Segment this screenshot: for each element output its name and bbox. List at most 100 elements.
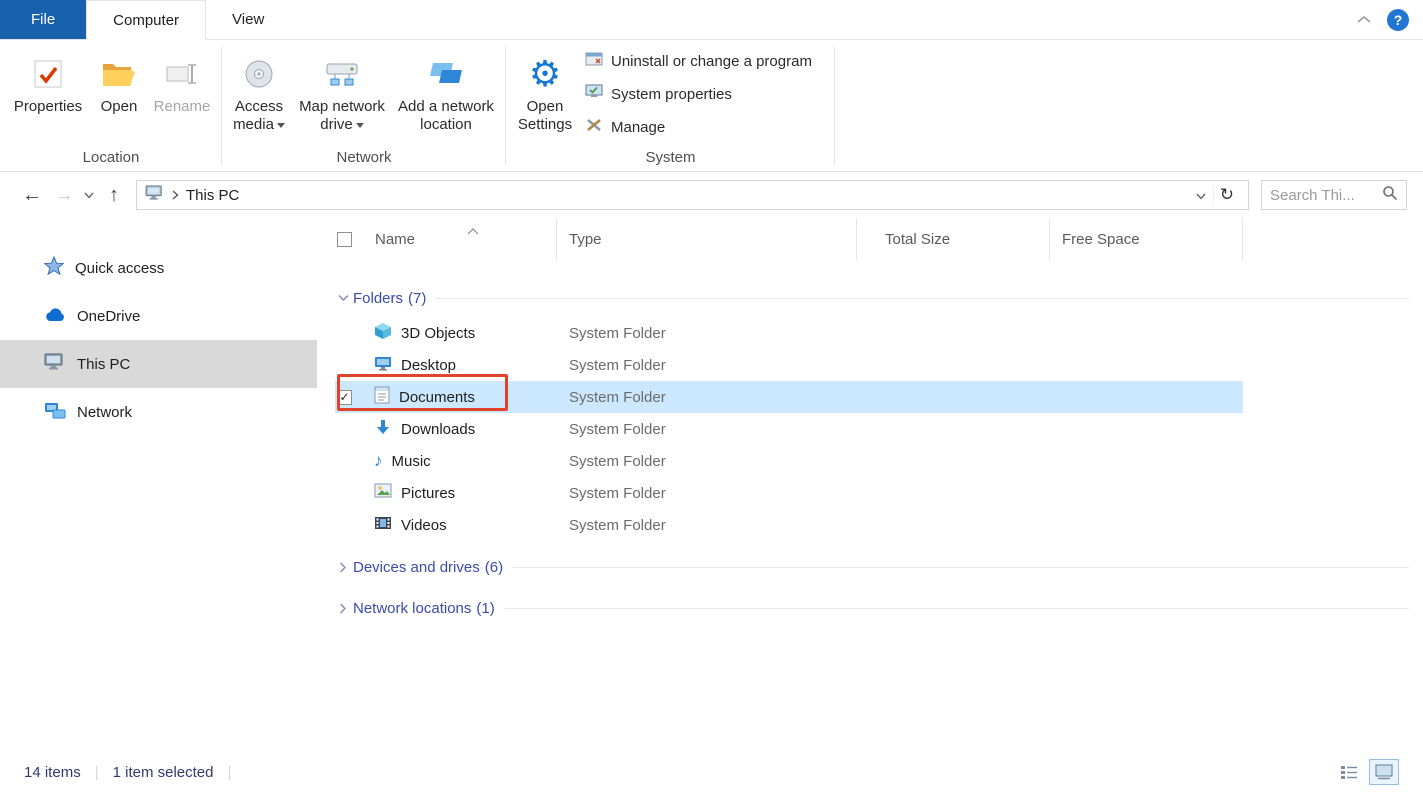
access-media-button[interactable]: Access media bbox=[228, 52, 290, 134]
sidebar-label: OneDrive bbox=[77, 308, 140, 325]
uninstall-program-button[interactable]: Uninstall or change a program bbox=[585, 48, 812, 74]
help-icon[interactable]: ? bbox=[1387, 9, 1409, 31]
file-type: System Folder bbox=[557, 357, 857, 374]
network-drive-icon bbox=[325, 52, 359, 96]
ribbon-group-network: Access media Map network drive Add a net… bbox=[222, 40, 506, 171]
file-type: System Folder bbox=[557, 325, 857, 342]
group-label: Folders bbox=[353, 290, 403, 307]
add-network-location-button[interactable]: Add a network location bbox=[391, 52, 501, 134]
file-name: 3D Objects bbox=[401, 325, 475, 342]
file-row-downloads[interactable]: Downloads System Folder bbox=[335, 413, 1243, 445]
ribbon: Properties Open Rename Location bbox=[0, 40, 1423, 172]
computer-icon bbox=[44, 353, 66, 375]
group-count: (7) bbox=[408, 290, 426, 307]
downloads-icon bbox=[374, 418, 392, 440]
file-type: System Folder bbox=[557, 485, 857, 502]
group-separator-line bbox=[436, 298, 1409, 299]
column-header-total-size[interactable]: Total Size bbox=[857, 218, 1050, 260]
search-icon[interactable] bbox=[1382, 185, 1398, 205]
column-header-free-space[interactable]: Free Space bbox=[1050, 218, 1243, 260]
back-icon[interactable]: ← bbox=[16, 180, 48, 210]
select-all-checkbox[interactable] bbox=[335, 218, 361, 260]
group-header-folders[interactable]: Folders (7) bbox=[335, 283, 1411, 313]
up-icon[interactable]: ↑ bbox=[98, 180, 130, 210]
tab-view[interactable]: View bbox=[206, 0, 290, 39]
sidebar-item-this-pc[interactable]: This PC bbox=[0, 340, 317, 388]
group-count: (1) bbox=[476, 600, 494, 617]
column-header-name[interactable]: Name bbox=[361, 218, 557, 260]
file-row-desktop[interactable]: Desktop System Folder bbox=[335, 349, 1243, 381]
sidebar-item-onedrive[interactable]: OneDrive bbox=[0, 292, 317, 340]
manage-button[interactable]: Manage bbox=[585, 114, 665, 140]
access-media-label: Access media bbox=[228, 98, 290, 134]
rename-button[interactable]: Rename bbox=[148, 52, 216, 116]
file-name: Downloads bbox=[401, 421, 475, 438]
group-count: (6) bbox=[485, 559, 503, 576]
refresh-icon[interactable]: ↻ bbox=[1213, 185, 1240, 205]
column-header-type[interactable]: Type bbox=[557, 218, 857, 260]
add-network-location-label: Add a network location bbox=[391, 98, 501, 134]
map-network-drive-button[interactable]: Map network drive bbox=[292, 52, 392, 134]
network-icon bbox=[44, 401, 66, 423]
sidebar-label: Quick access bbox=[75, 260, 164, 277]
music-icon: ♪ bbox=[374, 452, 383, 470]
cube-icon bbox=[374, 322, 392, 344]
group-header-devices-and-drives[interactable]: Devices and drives (6) bbox=[335, 552, 1411, 582]
properties-check-icon bbox=[33, 52, 63, 96]
ribbon-group-system: ⚙ Open Settings Uninstall or change a pr… bbox=[506, 40, 835, 171]
forward-icon[interactable]: → bbox=[48, 180, 80, 210]
videos-icon bbox=[374, 515, 392, 535]
open-settings-button[interactable]: ⚙ Open Settings bbox=[514, 52, 576, 134]
chevron-down-icon[interactable] bbox=[335, 294, 351, 302]
open-label: Open bbox=[101, 98, 138, 116]
tab-file[interactable]: File bbox=[0, 0, 86, 39]
group-header-network-locations[interactable]: Network locations (1) bbox=[335, 593, 1411, 623]
ribbon-group-location: Properties Open Rename Location bbox=[0, 40, 222, 171]
media-disc-icon bbox=[243, 52, 275, 96]
sidebar-label: Network bbox=[77, 404, 132, 421]
system-properties-icon bbox=[585, 84, 603, 104]
thumbnails-view-button[interactable] bbox=[1369, 759, 1399, 785]
open-button[interactable]: Open bbox=[85, 52, 153, 116]
group-separator-line bbox=[505, 608, 1409, 609]
column-headers: Name Type Total Size Free Space bbox=[335, 218, 1411, 260]
file-type: System Folder bbox=[557, 421, 857, 438]
file-row-3d-objects[interactable]: 3D Objects System Folder bbox=[335, 317, 1243, 349]
address-bar[interactable]: This PC ↻ bbox=[136, 180, 1249, 210]
file-explorer-window: File Computer View ? Properties Open bbox=[0, 0, 1423, 792]
file-type: System Folder bbox=[557, 389, 857, 406]
collapse-ribbon-icon[interactable] bbox=[1357, 11, 1371, 28]
address-dropdown-icon[interactable] bbox=[1196, 187, 1206, 204]
breadcrumb[interactable]: This PC bbox=[186, 187, 239, 204]
uninstall-program-label: Uninstall or change a program bbox=[611, 53, 812, 70]
file-row-videos[interactable]: Videos System Folder bbox=[335, 509, 1243, 541]
group-separator-line bbox=[513, 567, 1409, 568]
file-row-documents[interactable]: ✓ Documents System Folder bbox=[335, 381, 1243, 413]
chevron-right-icon[interactable] bbox=[335, 562, 351, 573]
file-row-music[interactable]: ♪ Music System Folder bbox=[335, 445, 1243, 477]
file-row-pictures[interactable]: Pictures System Folder bbox=[335, 477, 1243, 509]
search-box bbox=[1261, 180, 1407, 210]
status-divider: | bbox=[228, 764, 232, 781]
system-properties-button[interactable]: System properties bbox=[585, 81, 732, 107]
desktop-icon bbox=[374, 354, 392, 376]
breadcrumb-chevron-icon bbox=[172, 187, 179, 204]
sidebar-item-network[interactable]: Network bbox=[0, 388, 317, 436]
chevron-right-icon[interactable] bbox=[335, 603, 351, 614]
dropdown-arrow-icon bbox=[356, 123, 364, 128]
selection-count: 1 item selected bbox=[113, 764, 214, 781]
history-dropdown-icon[interactable] bbox=[80, 192, 98, 199]
group-label-network: Network bbox=[222, 149, 506, 166]
search-input[interactable] bbox=[1270, 187, 1376, 204]
file-name: Music bbox=[392, 453, 431, 470]
row-checkbox[interactable]: ✓ bbox=[337, 390, 352, 405]
properties-button[interactable]: Properties bbox=[14, 52, 82, 116]
tab-computer[interactable]: Computer bbox=[86, 0, 206, 40]
file-name: Pictures bbox=[401, 485, 455, 502]
system-properties-label: System properties bbox=[611, 86, 732, 103]
sidebar-item-quick-access[interactable]: Quick access bbox=[0, 244, 317, 292]
computer-icon bbox=[145, 185, 165, 205]
details-view-button[interactable] bbox=[1334, 759, 1364, 785]
uninstall-icon bbox=[585, 51, 603, 71]
address-toolbar: ← → ↑ This PC ↻ bbox=[0, 172, 1423, 218]
